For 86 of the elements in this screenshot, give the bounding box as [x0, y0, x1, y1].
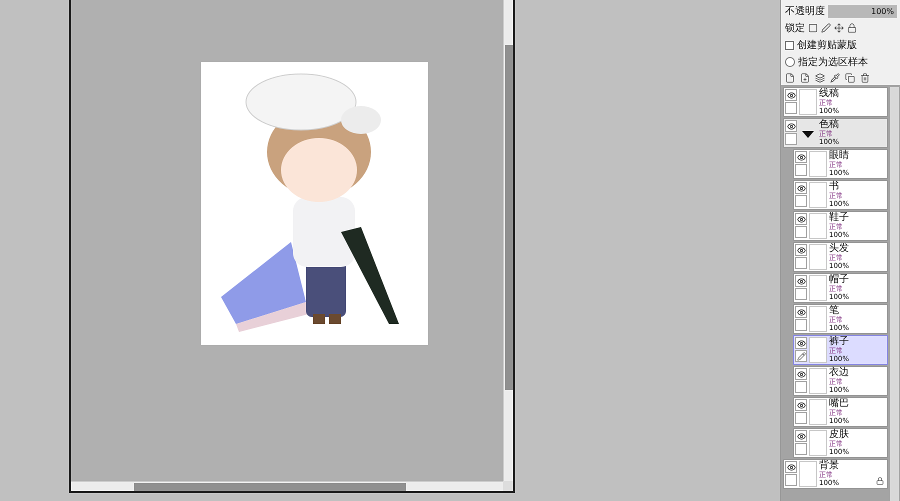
eye-icon — [786, 90, 796, 100]
lock-paint-icon[interactable] — [821, 23, 831, 33]
vertical-scrollbar[interactable] — [503, 0, 513, 481]
edit-toggle[interactable] — [795, 195, 807, 207]
eye-icon — [786, 122, 796, 130]
layer-thumbnail — [809, 182, 827, 208]
layer-name: 裤子 — [829, 337, 850, 347]
layers-icon[interactable] — [815, 73, 825, 83]
opacity-value: 100% — [871, 6, 895, 16]
eye-icon — [796, 152, 806, 162]
layer-thumbnail — [809, 430, 827, 456]
horizontal-scrollbar[interactable] — [71, 481, 503, 491]
visibility-toggle[interactable] — [795, 244, 807, 256]
new-layer-icon[interactable] — [785, 73, 795, 83]
layer-name: 帽子 — [829, 275, 850, 285]
edit-toggle[interactable] — [795, 164, 807, 176]
trash-icon[interactable] — [860, 73, 870, 83]
layer-thumbnail — [799, 89, 817, 115]
selection-sample-label: 指定为选区样本 — [798, 56, 868, 69]
visibility-toggle[interactable] — [785, 461, 797, 473]
visibility-toggle[interactable] — [795, 368, 807, 380]
visibility-toggle[interactable] — [795, 430, 807, 442]
visibility-toggle[interactable] — [795, 151, 807, 163]
layer-name: 线稿 — [819, 89, 840, 99]
eye-icon — [796, 370, 806, 378]
layer-name: 色稿 — [819, 120, 840, 130]
layer-thumbnail — [809, 306, 827, 332]
new-file-icon[interactable] — [800, 73, 810, 83]
eye-icon — [796, 246, 806, 254]
eye-icon — [796, 184, 806, 192]
edit-toggle[interactable] — [795, 319, 807, 331]
layer-thumbnail — [809, 399, 827, 425]
eye-icon — [796, 214, 806, 224]
opacity-label: 不透明度 — [785, 4, 825, 18]
edit-toggle[interactable] — [795, 381, 807, 393]
eye-icon — [796, 308, 806, 316]
edit-toggle[interactable] — [795, 288, 807, 300]
eye-icon — [796, 432, 806, 440]
layer-thumbnail — [799, 461, 817, 487]
visibility-toggle[interactable] — [795, 182, 807, 194]
selection-sample-radio[interactable]: 指定为选区样本 — [785, 55, 897, 69]
layer-thumbnail — [809, 337, 827, 363]
visibility-toggle[interactable] — [795, 399, 807, 411]
layer-name: 嘴巴 — [829, 399, 850, 409]
move-icon[interactable] — [834, 23, 844, 33]
visibility-toggle[interactable] — [795, 337, 807, 349]
pencil-icon — [796, 352, 806, 360]
edit-toggle[interactable] — [785, 474, 797, 486]
opacity-slider[interactable]: 100% — [828, 4, 897, 18]
eye-icon — [796, 276, 806, 286]
visibility-toggle[interactable] — [795, 213, 807, 225]
visibility-toggle[interactable] — [785, 120, 797, 132]
lock-icon[interactable] — [847, 23, 857, 33]
clipping-mask-label: 创建剪贴蒙版 — [797, 38, 857, 52]
layer-name: 皮肤 — [829, 430, 850, 440]
lock-transparency-icon[interactable] — [808, 23, 818, 33]
edit-toggle[interactable] — [785, 133, 797, 145]
edit-toggle[interactable] — [795, 257, 807, 269]
layer-thumbnail — [809, 275, 827, 301]
layer-name: 笔 — [829, 306, 840, 316]
pipette-icon[interactable] — [830, 73, 840, 83]
edit-toggle[interactable] — [795, 443, 807, 455]
eye-icon — [796, 400, 806, 410]
clipping-mask-checkbox[interactable]: 创建剪贴蒙版 — [785, 38, 897, 52]
layer-name: 眼睛 — [829, 151, 850, 161]
lock-label: 锁定 — [785, 22, 805, 35]
edit-toggle[interactable] — [795, 226, 807, 238]
layer-thumbnail — [809, 368, 827, 394]
visibility-toggle[interactable] — [785, 89, 797, 101]
visibility-toggle[interactable] — [795, 275, 807, 287]
visibility-toggle[interactable] — [795, 306, 807, 318]
layer-name: 书 — [829, 182, 840, 192]
layer-thumbnail — [809, 151, 827, 177]
edit-toggle[interactable] — [795, 350, 807, 362]
layer-thumbnail — [809, 244, 827, 270]
copy-icon[interactable] — [845, 73, 855, 83]
layer-name: 头发 — [829, 244, 850, 254]
eye-icon — [786, 462, 796, 472]
edit-toggle[interactable] — [795, 412, 807, 424]
layer-scrollbar[interactable] — [890, 87, 899, 501]
layer-thumbnail — [809, 213, 827, 239]
eye-icon — [796, 338, 806, 348]
edit-toggle[interactable] — [785, 102, 797, 114]
layer-name: 衣边 — [829, 368, 850, 378]
layer-name: 鞋子 — [829, 213, 850, 223]
layer-name: 背景 — [819, 461, 840, 471]
